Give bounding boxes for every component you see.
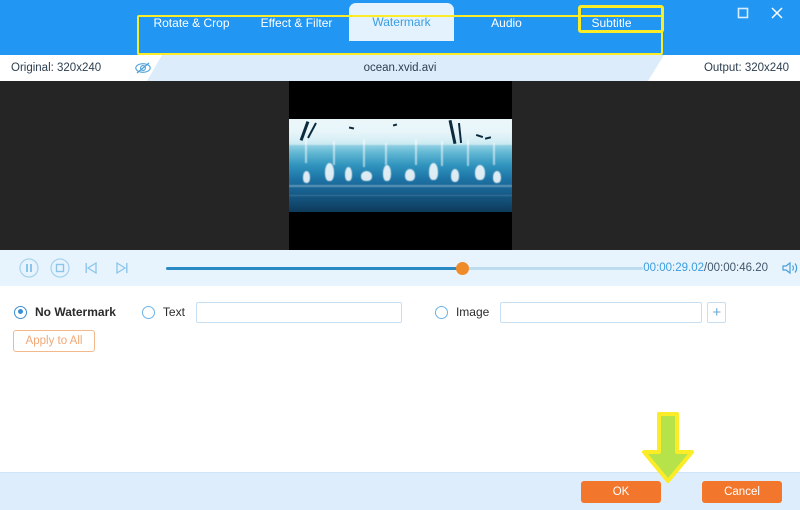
previous-frame-icon[interactable] xyxy=(78,255,103,281)
stop-icon[interactable] xyxy=(47,255,72,281)
radio-label: Image xyxy=(455,305,490,319)
cancel-label: Cancel xyxy=(724,486,760,498)
radio-no-watermark[interactable]: No Watermark xyxy=(14,305,116,319)
watermark-options-pane: No Watermark Text Image + Apply to All xyxy=(0,286,800,472)
radio-indicator xyxy=(14,305,27,319)
editor-window: Rotate & Crop Effect & Filter Watermark … xyxy=(0,0,800,510)
time-display: 00:00:29.02/00:00:46.20 xyxy=(643,262,768,274)
radio-text-watermark[interactable]: Text xyxy=(141,305,185,319)
next-frame-icon[interactable] xyxy=(109,255,134,281)
timeline-slider[interactable] xyxy=(166,260,644,276)
ok-button[interactable]: OK xyxy=(581,481,661,503)
output-size: Output: 320x240 xyxy=(703,62,789,74)
apply-to-all-button[interactable]: Apply to All xyxy=(13,330,95,352)
add-image-button[interactable]: + xyxy=(707,301,727,323)
video-preview[interactable] xyxy=(289,81,512,250)
radio-label: Text xyxy=(162,305,185,319)
radio-indicator xyxy=(434,305,448,319)
total-time: 00:00:46.20 xyxy=(707,262,769,274)
playback-controls: 00:00:29.02/00:00:46.20 xyxy=(0,250,800,286)
current-time: 00:00:29.02 xyxy=(643,262,705,274)
eye-slash-icon[interactable] xyxy=(134,61,152,75)
footer-bar: OK Cancel xyxy=(0,472,800,510)
radio-label: No Watermark xyxy=(35,305,116,319)
volume-icon[interactable] xyxy=(780,259,800,277)
plus-icon: + xyxy=(712,303,722,321)
watermark-option-row: No Watermark Text Image + xyxy=(0,299,800,325)
timeline-handle[interactable] xyxy=(456,262,470,275)
video-frame-image xyxy=(289,119,512,212)
timeline-progress xyxy=(166,267,463,270)
info-bar: ocean.xvid.avi Original: 320x240 Output:… xyxy=(0,55,800,81)
close-icon[interactable] xyxy=(768,4,786,22)
watermark-image-path-input[interactable] xyxy=(500,301,703,323)
apply-to-all-label: Apply to All xyxy=(25,335,83,347)
radio-image-watermark[interactable]: Image xyxy=(434,305,490,319)
ok-label: OK xyxy=(612,486,630,498)
original-size: Original: 320x240 xyxy=(11,62,102,74)
output-size-container: Output: 320x240 xyxy=(648,55,800,81)
pause-icon[interactable] xyxy=(16,255,41,281)
radio-indicator xyxy=(141,305,155,319)
maximize-icon[interactable] xyxy=(734,4,752,22)
file-name: ocean.xvid.avi xyxy=(363,62,437,74)
cancel-button[interactable]: Cancel xyxy=(702,481,782,503)
watermark-text-input[interactable] xyxy=(195,301,402,323)
video-stage xyxy=(0,81,800,250)
window-controls xyxy=(0,0,800,26)
